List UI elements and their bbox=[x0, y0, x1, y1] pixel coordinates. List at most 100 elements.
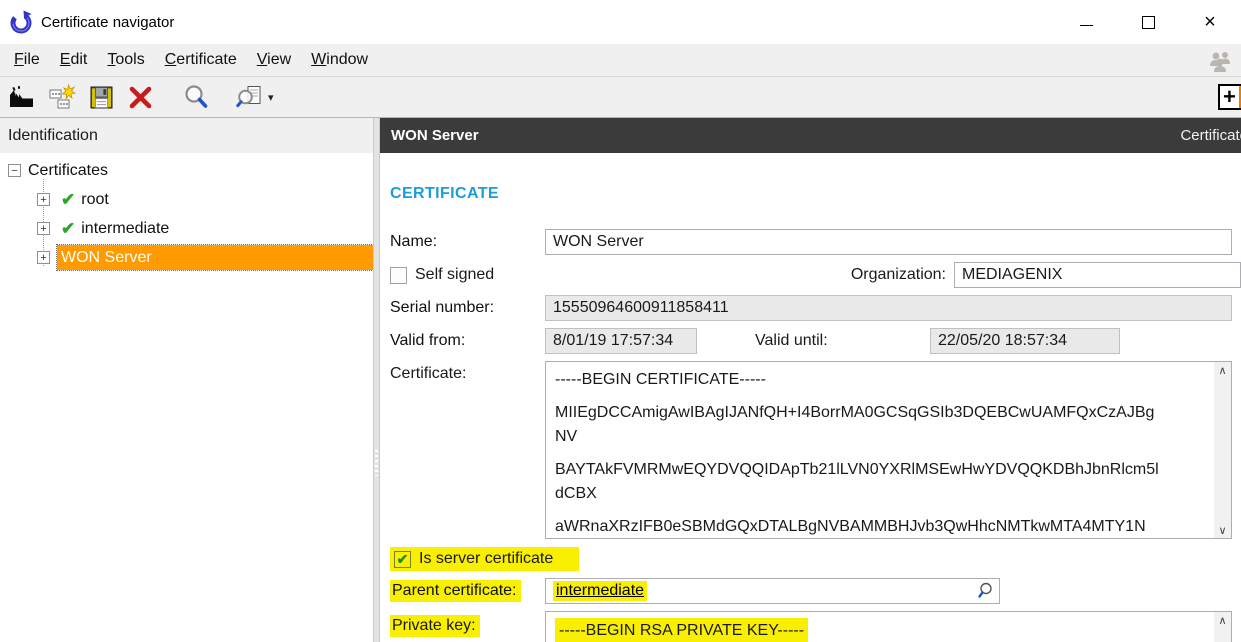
window-controls: × bbox=[1055, 0, 1241, 44]
menu-view-accel: V bbox=[257, 51, 267, 68]
maximize-icon bbox=[1142, 16, 1155, 29]
certificate-textarea[interactable]: -----BEGIN CERTIFICATE----- MIIEgDCCAmig… bbox=[545, 361, 1232, 539]
checkmark-icon: ✔ bbox=[397, 552, 409, 566]
menu-file-accel: F bbox=[14, 51, 24, 68]
minimize-button[interactable] bbox=[1055, 0, 1117, 44]
parent-lookup-button[interactable] bbox=[977, 581, 996, 604]
parent-certificate-input[interactable]: intermediate bbox=[545, 578, 1000, 604]
certificate-text: -----BEGIN CERTIFICATE----- MIIEgDCCAmig… bbox=[546, 362, 1231, 539]
tree-item-won-server[interactable]: + WON Server bbox=[0, 243, 373, 272]
expand-icon[interactable]: + bbox=[37, 222, 50, 235]
title-bar: Certificate navigator × bbox=[0, 0, 1241, 44]
self-signed-checkbox[interactable] bbox=[390, 267, 407, 284]
valid-until-field: 22/05/20 18:57:34 bbox=[930, 328, 1120, 354]
scroll-up-icon[interactable]: ∧ bbox=[1218, 362, 1226, 378]
certificate-tree: − Certificates + ✔ root + ✔ intermediate bbox=[0, 153, 373, 272]
private-key-textarea[interactable]: -----BEGIN RSA PRIVATE KEY----- ∧ bbox=[545, 611, 1232, 642]
certificate-line: NV bbox=[555, 425, 1205, 449]
organization-input[interactable]: MEDIAGENIX bbox=[954, 262, 1241, 288]
detail-panel: WON Server Certificate CERTIFICATE Name:… bbox=[380, 118, 1241, 642]
sidebar: Identification − Certificates + ✔ root + bbox=[0, 118, 373, 642]
name-label: Name: bbox=[390, 233, 545, 251]
factory-icon bbox=[8, 84, 35, 111]
expand-icon[interactable]: + bbox=[37, 193, 50, 206]
close-button[interactable]: × bbox=[1179, 0, 1241, 44]
detail-title: WON Server bbox=[391, 127, 479, 144]
users-icon bbox=[1205, 48, 1235, 79]
certificate-line: aWRnaXRzIFB0eSBMdGQxDTALBgNVBAMMBHJvb3Qw… bbox=[555, 515, 1205, 539]
add-panel-button[interactable]: + bbox=[1218, 84, 1241, 110]
private-key-scrollbar[interactable]: ∧ bbox=[1214, 612, 1231, 642]
tree-label: WON Server bbox=[61, 249, 152, 267]
menu-window-rest: indow bbox=[326, 51, 368, 68]
is-server-checkbox[interactable]: ✔ bbox=[394, 551, 411, 568]
tree-item-root[interactable]: + ✔ root bbox=[0, 185, 373, 214]
search-options-button[interactable]: ▾ bbox=[236, 81, 274, 113]
menu-window-accel: W bbox=[311, 51, 326, 68]
menu-view[interactable]: View bbox=[247, 46, 301, 74]
organization-label: Organization: bbox=[851, 266, 946, 284]
import-button[interactable] bbox=[8, 81, 35, 113]
valid-until-value: 22/05/20 18:57:34 bbox=[938, 332, 1067, 350]
parent-label-highlight: Parent certificate: bbox=[390, 580, 521, 602]
menu-certificate[interactable]: Certificate bbox=[155, 46, 247, 74]
name-value: WON Server bbox=[553, 233, 644, 251]
certificate-scrollbar[interactable]: ∧ ∨ bbox=[1214, 362, 1231, 538]
save-button[interactable] bbox=[89, 81, 114, 113]
new-certificate-icon bbox=[48, 83, 76, 111]
menu-tools[interactable]: Tools bbox=[97, 46, 154, 74]
maximize-button[interactable] bbox=[1117, 0, 1179, 44]
private-key-line: -----BEGIN RSA PRIVATE KEY----- bbox=[555, 618, 808, 642]
menu-edit[interactable]: Edit bbox=[50, 46, 98, 74]
certificate-line: -----BEGIN CERTIFICATE----- bbox=[555, 368, 1205, 392]
parent-certificate-label: Parent certificate: bbox=[390, 580, 545, 602]
certificate-row: Certificate: -----BEGIN CERTIFICATE-----… bbox=[390, 361, 1241, 539]
magnifier-icon bbox=[977, 581, 996, 600]
menu-file-rest: ile bbox=[24, 51, 40, 68]
name-input[interactable]: WON Server bbox=[545, 229, 1232, 255]
tree-item-content: ✔ root bbox=[57, 187, 113, 212]
section-title: CERTIFICATE bbox=[390, 185, 1241, 205]
is-server-label: Is server certificate bbox=[419, 550, 553, 568]
self-signed-label: Self signed bbox=[415, 266, 494, 284]
delete-button[interactable] bbox=[127, 81, 154, 113]
scroll-up-icon[interactable]: ∧ bbox=[1218, 612, 1226, 628]
validity-row: Valid from: 8/01/19 17:57:34 Valid until… bbox=[390, 328, 1241, 354]
parent-certificate-link[interactable]: intermediate bbox=[553, 581, 647, 601]
app-window: Certificate navigator × File Edit Tools … bbox=[0, 0, 1241, 642]
tree-item-intermediate[interactable]: + ✔ intermediate bbox=[0, 214, 373, 243]
serial-value: 15550964600911858411 bbox=[553, 299, 729, 317]
new-certificate-button[interactable] bbox=[48, 81, 76, 113]
collapse-icon[interactable]: − bbox=[8, 164, 21, 177]
menu-certificate-rest: ertificate bbox=[176, 51, 236, 68]
certificate-line: BAYTAkFVMRMwEQYDVQQIDApTb21lLVN0YXRlMSEw… bbox=[555, 458, 1205, 482]
expand-icon[interactable]: + bbox=[37, 251, 50, 264]
search-document-icon bbox=[236, 83, 264, 111]
tree-item-certificates[interactable]: − Certificates bbox=[0, 156, 373, 185]
dropdown-arrow-icon: ▾ bbox=[268, 91, 274, 104]
window-title: Certificate navigator bbox=[41, 14, 174, 31]
tree-label: root bbox=[81, 191, 109, 209]
search-button[interactable] bbox=[181, 81, 209, 113]
menu-view-rest: iew bbox=[267, 51, 291, 68]
valid-from-label: Valid from: bbox=[390, 332, 545, 350]
save-icon bbox=[89, 85, 114, 110]
menu-bar: File Edit Tools Certificate View Window bbox=[0, 44, 1241, 77]
tree-item-content: ✔ intermediate bbox=[57, 216, 173, 241]
valid-from-field: 8/01/19 17:57:34 bbox=[545, 328, 697, 354]
menu-window[interactable]: Window bbox=[301, 46, 378, 74]
is-server-highlight: ✔ Is server certificate bbox=[390, 547, 579, 571]
serial-field: 15550964600911858411 bbox=[545, 295, 1232, 321]
check-icon: ✔ bbox=[61, 190, 75, 210]
menu-file[interactable]: File bbox=[4, 46, 50, 74]
name-row: Name: WON Server bbox=[390, 229, 1241, 255]
certificate-line: dCBX bbox=[555, 482, 1205, 506]
menu-edit-rest: dit bbox=[70, 51, 87, 68]
menu-tools-rest: ools bbox=[115, 51, 144, 68]
scroll-down-icon[interactable]: ∨ bbox=[1218, 522, 1226, 538]
organization-value: MEDIAGENIX bbox=[962, 266, 1062, 284]
serial-row: Serial number: 15550964600911858411 bbox=[390, 295, 1241, 321]
private-key-text: -----BEGIN RSA PRIVATE KEY----- bbox=[546, 612, 1231, 642]
certificate-label: Certificate: bbox=[390, 361, 545, 539]
panel-splitter[interactable] bbox=[373, 118, 380, 642]
